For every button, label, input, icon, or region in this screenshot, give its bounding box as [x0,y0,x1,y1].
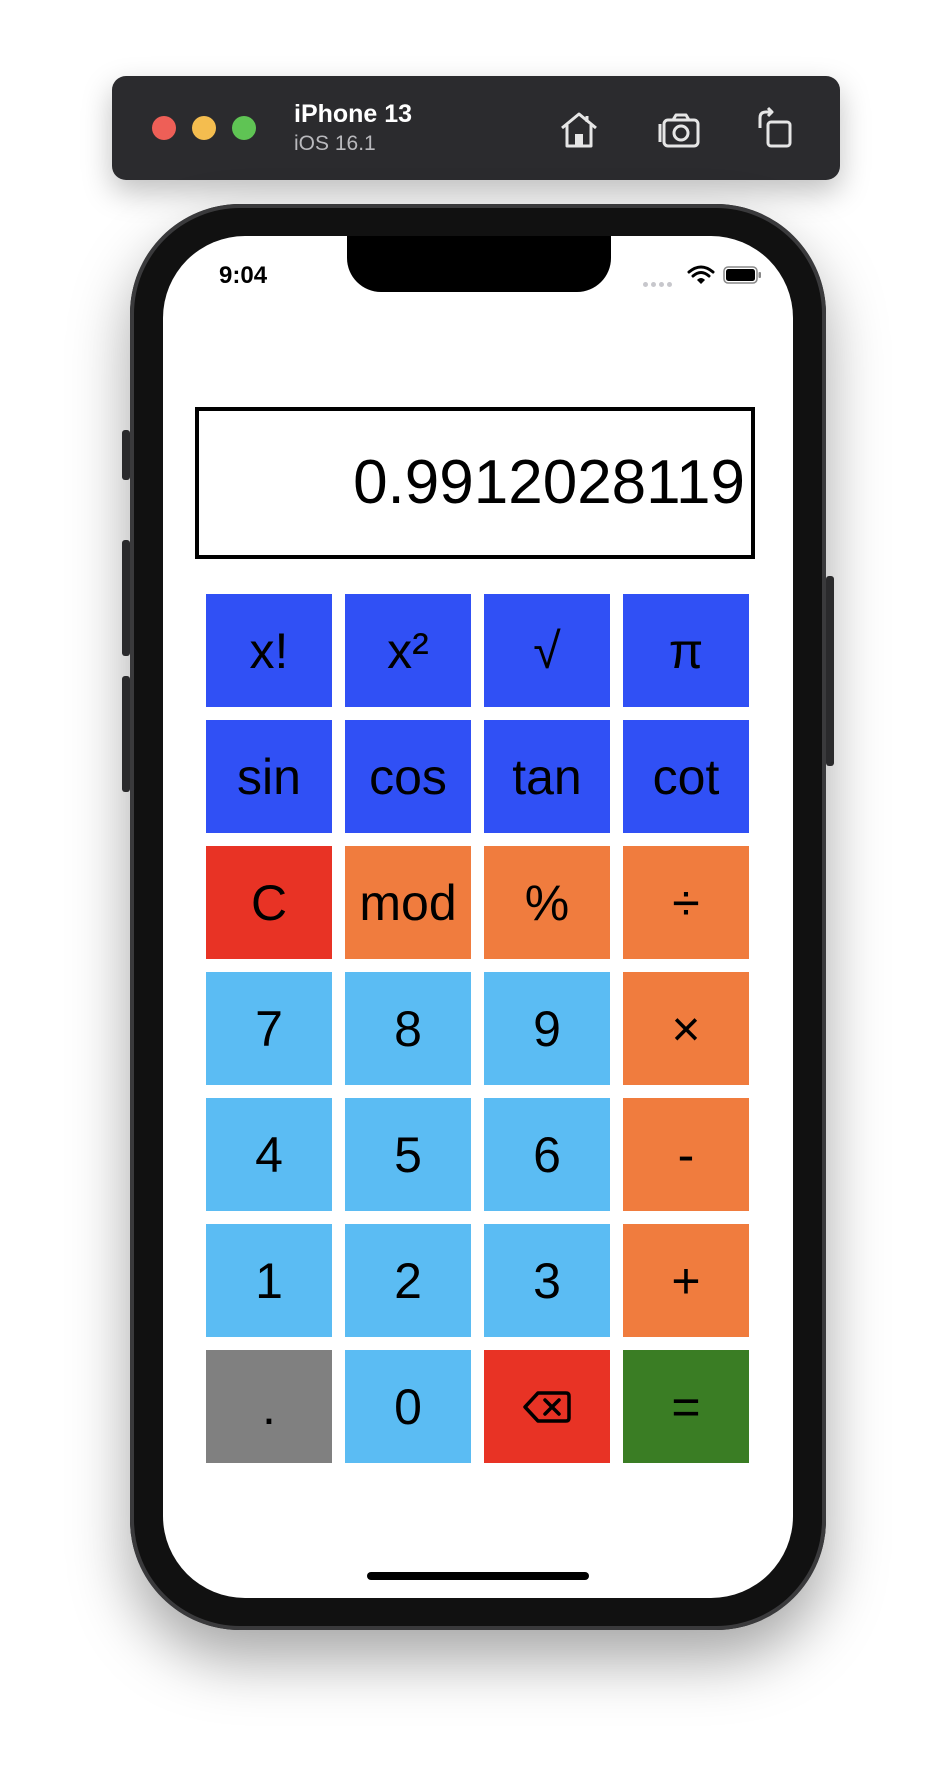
cos-button[interactable]: cos [345,720,471,833]
sin-button[interactable]: sin [206,720,332,833]
backspace-button[interactable] [484,1350,610,1463]
decimal-button[interactable]: . [206,1350,332,1463]
digit-4-button[interactable]: 4 [206,1098,332,1211]
subtract-button[interactable]: - [623,1098,749,1211]
percent-button[interactable]: % [484,846,610,959]
home-button[interactable] [554,104,604,154]
volume-up-button [122,540,130,656]
divide-button[interactable]: ÷ [623,846,749,959]
battery-icon [723,266,761,284]
simulator-toolbar: iPhone 13 iOS 16.1 [112,76,840,180]
device-name: iPhone 13 [294,100,413,128]
rotate-button[interactable] [750,104,800,154]
phone-screen: 9:04 0.9912028119 x! x² √ π sin cos tan cot Cmod… [163,236,793,1598]
status-time: 9:04 [219,262,268,289]
zoom-window-button[interactable] [232,116,256,140]
mod-button[interactable]: mod [345,846,471,959]
keypad: x! x² √ π sin cos tan cot Cmod% ÷ 7 8 9 × 4 5 6- 1 2 3 +. 0 = [206,594,749,1463]
wifi-icon [687,265,715,284]
add-button[interactable]: + [623,1224,749,1337]
clear-button[interactable]: C [206,846,332,959]
calculator-display: 0.9912028119 [195,407,755,559]
backspace-icon [523,1390,571,1423]
cellular-icon [643,274,675,292]
tan-button[interactable]: tan [484,720,610,833]
digit-1-button[interactable]: 1 [206,1224,332,1337]
screenshot-icon [658,113,700,148]
multiply-button[interactable]: × [623,972,749,1085]
pi-button[interactable]: π [623,594,749,707]
close-window-button[interactable] [152,116,176,140]
home-indicator[interactable] [367,1572,589,1580]
digit-2-button[interactable]: 2 [345,1224,471,1337]
equals-button[interactable]: = [623,1350,749,1463]
home-icon [561,112,597,148]
screenshot-button[interactable] [654,104,704,154]
factorial-button[interactable]: x! [206,594,332,707]
power-button [826,576,834,766]
digit-8-button[interactable]: 8 [345,972,471,1085]
volume-down-button [122,676,130,792]
cot-button[interactable]: cot [623,720,749,833]
silent-switch [122,430,130,480]
digit-6-button[interactable]: 6 [484,1098,610,1211]
os-version: iOS 16.1 [294,132,376,155]
digit-0-button[interactable]: 0 [345,1350,471,1463]
digit-7-button[interactable]: 7 [206,972,332,1085]
digit-5-button[interactable]: 5 [345,1098,471,1211]
sqrt-button[interactable]: √ [484,594,610,707]
notch [347,236,611,292]
minimize-window-button[interactable] [192,116,216,140]
iphone-frame: 9:04 0.9912028119 x! x² √ π sin cos tan cot Cmod… [122,204,834,1630]
digit-3-button[interactable]: 3 [484,1224,610,1337]
digit-9-button[interactable]: 9 [484,972,610,1085]
rotate-icon [758,106,792,148]
square-button[interactable]: x² [345,594,471,707]
status-icons [643,264,763,288]
